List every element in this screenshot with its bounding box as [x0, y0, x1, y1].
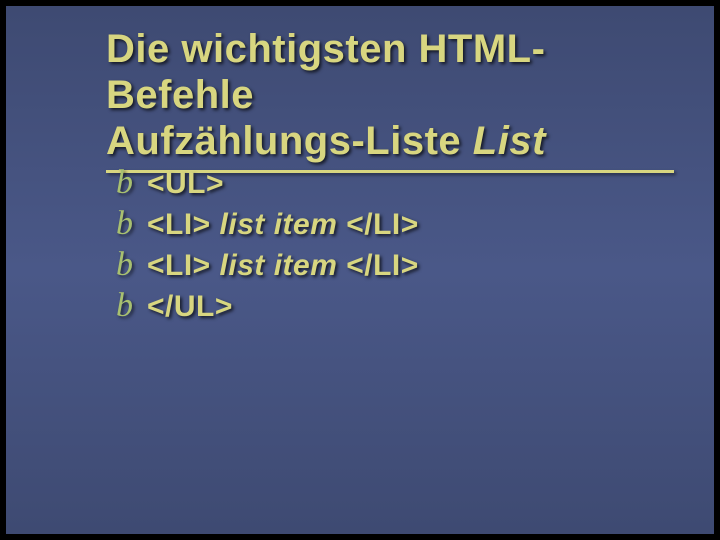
bullet-text-plain: </UL>: [147, 290, 233, 323]
bullet-text-plain: </LI>: [346, 249, 419, 282]
title-line-2-emph: List: [473, 119, 546, 163]
bullet-icon: b: [116, 166, 133, 200]
bullet-text-plain: <UL>: [147, 167, 224, 200]
bullet-text-plain: <LI>: [147, 208, 220, 241]
title-line-2-plain: Aufzählungs-Liste: [106, 119, 473, 163]
bullet-icon: b: [116, 248, 133, 282]
bullet-text-emph: list item: [220, 208, 347, 241]
bullet-text: <UL>: [147, 167, 224, 201]
list-item: b <UL>: [116, 166, 419, 201]
list-item: b <LI> list item </LI>: [116, 248, 419, 283]
bullet-text: <LI> list item </LI>: [147, 249, 419, 283]
list-item: b </UL>: [116, 289, 419, 324]
list-item: b <LI> list item </LI>: [116, 207, 419, 242]
bullet-icon: b: [116, 207, 133, 241]
bullet-list: b <UL> b <LI> list item </LI> b <LI> list ite…: [116, 166, 419, 330]
title-line-2: Aufzählungs-Liste List: [106, 118, 674, 164]
bullet-icon: b: [116, 289, 133, 323]
title-line-1: Die wichtigsten HTML-Befehle: [106, 26, 674, 118]
bullet-text-emph: list item: [220, 249, 347, 282]
bullet-text: <LI> list item </LI>: [147, 208, 419, 242]
slide: Die wichtigsten HTML-Befehle Aufzählungs…: [6, 6, 714, 534]
bullet-text-plain: <LI>: [147, 249, 220, 282]
title-block: Die wichtigsten HTML-Befehle Aufzählungs…: [106, 26, 674, 173]
bullet-text-plain: </LI>: [346, 208, 419, 241]
bullet-text: </UL>: [147, 290, 233, 324]
